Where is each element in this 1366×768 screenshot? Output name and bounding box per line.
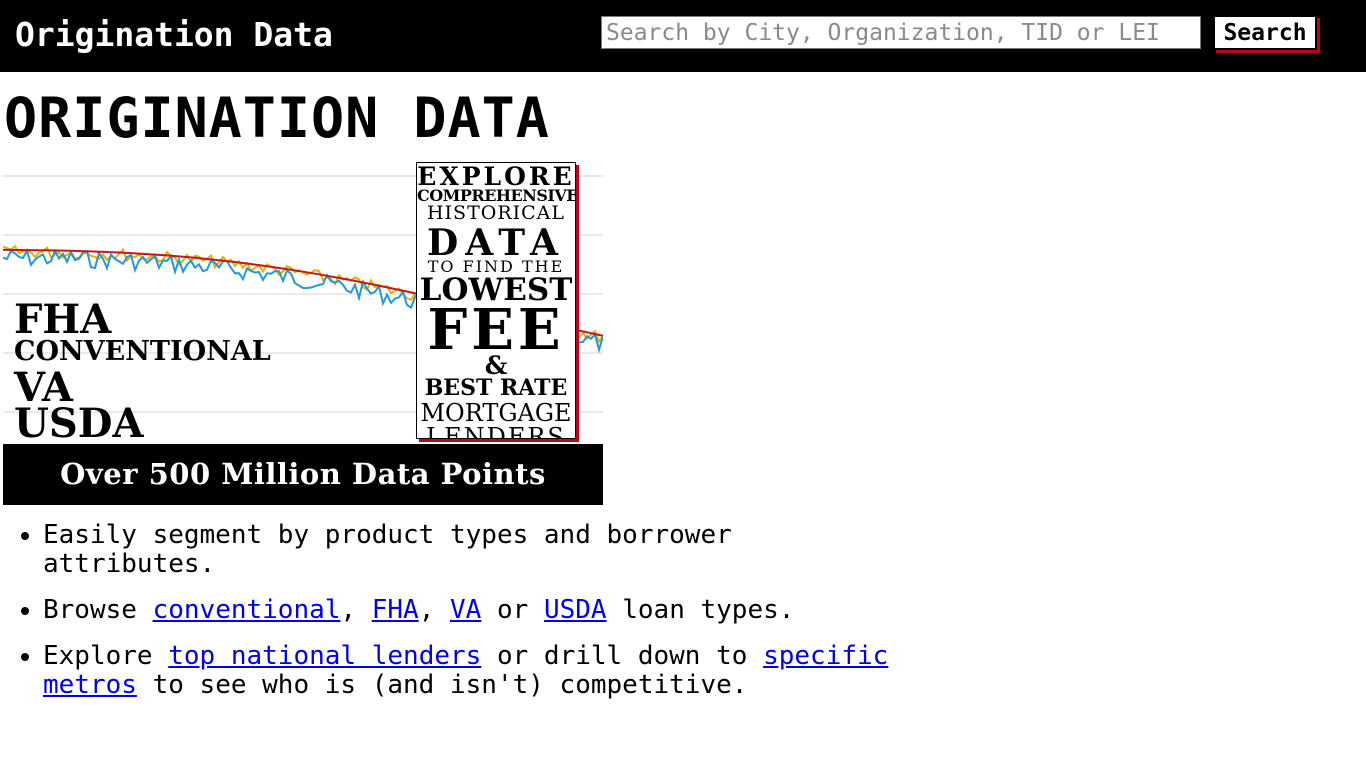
list-item: Easily segment by product types and borr… [43,521,903,579]
loan-type-va: VA [14,364,73,411]
loan-types-list: FHA CONVENTIONAL VA USDA [14,296,271,447]
promo-box: EXPLORE COMPREHENSIVE HISTORICAL DATA TO… [416,162,576,439]
hero-image: FHA CONVENTIONAL VA USDA EXPLORE COMPREH… [3,162,603,505]
feature-text: or drill down to [481,641,764,671]
brand-logo-text[interactable]: Origination Data [15,14,333,56]
feature-text: Easily segment by product types and borr… [43,520,732,579]
feature-text: Browse [43,595,153,625]
link-conventional[interactable]: conventional [153,595,341,625]
link-top-national-lenders[interactable]: top national lenders [168,641,481,671]
promo-line: MORTGAGE [420,399,572,427]
feature-text: , [418,595,451,625]
promo-line: EXPLORE [417,162,575,191]
loan-type-usda: USDA [14,400,144,447]
loan-type-fha: FHA [14,296,112,343]
feature-text: Explore [43,641,169,671]
promo-line: DATA [427,222,565,264]
feature-text: to see who is (and isn't) competitive. [136,670,748,700]
feature-text: , [340,595,372,625]
top-navbar: Origination Data Search [0,0,1366,72]
data-points-banner: Over 500 Million Data Points [3,444,603,505]
promo-line: LENDERS [426,423,566,439]
link-va[interactable]: VA [450,595,481,625]
feature-text: loan types. [606,595,795,625]
feature-list: Easily segment by product types and borr… [0,521,903,717]
feature-text: or [481,595,544,625]
link-usda[interactable]: USDA [544,595,607,625]
list-item: Explore top national lenders or drill do… [43,642,903,700]
promo-line: FEE [427,297,565,363]
search-input[interactable] [601,16,1201,49]
search-button[interactable]: Search [1213,15,1317,50]
link-fha[interactable]: FHA [372,595,419,625]
promo-line: BEST RATE [424,375,568,401]
page-title: ORIGINATION DATA [4,86,550,150]
list-item: Browse conventional, FHA, VA or USDA loa… [43,596,903,625]
